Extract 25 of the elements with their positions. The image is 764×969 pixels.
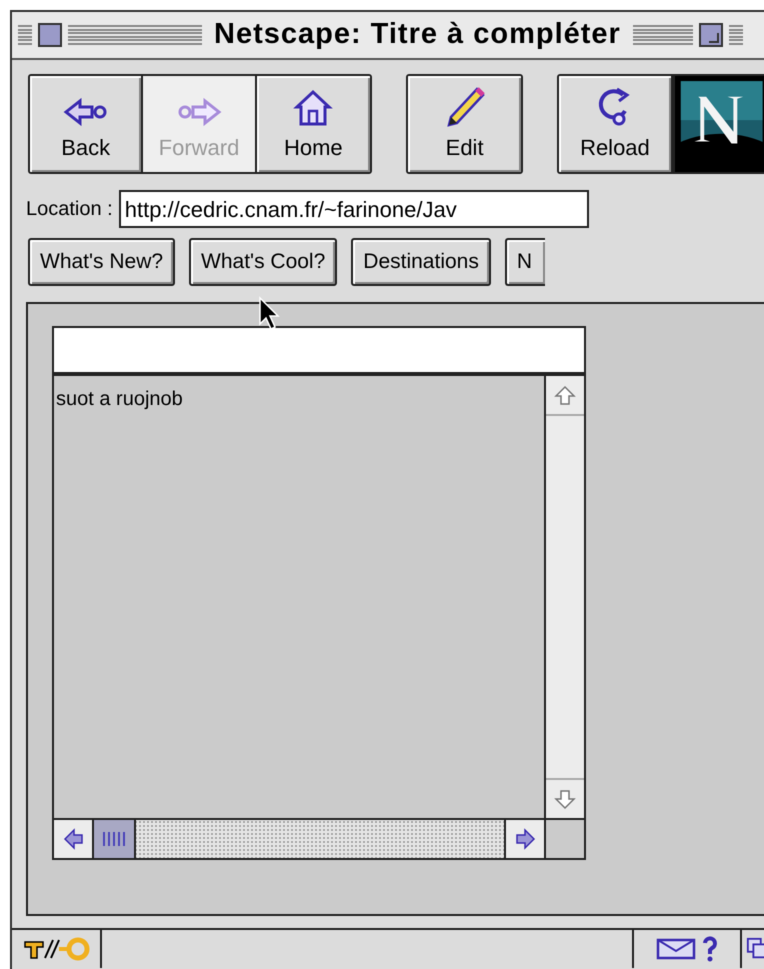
help-icon[interactable] (702, 935, 718, 963)
close-box-icon[interactable] (38, 23, 62, 47)
vertical-scrollbar[interactable] (544, 376, 584, 818)
netscape-logo[interactable] (672, 76, 764, 172)
directory-button[interactable]: What's Cool? (189, 238, 338, 286)
down-arrow-icon (554, 788, 576, 810)
home-button[interactable]: Home (256, 76, 370, 172)
location-field[interactable]: http://cedric.cnam.fr/~farinone/Jav (118, 190, 589, 228)
window-title: Netscape: Titre à compléter (213, 17, 622, 52)
zoom-box-icon[interactable] (698, 23, 723, 47)
house-icon (293, 89, 334, 127)
text-field[interactable] (52, 326, 586, 376)
location-label: Location : (26, 197, 113, 222)
left-arrow-icon (62, 828, 84, 850)
back-button[interactable]: Back (30, 76, 144, 172)
right-arrow-icon (514, 828, 536, 850)
up-arrow-icon (554, 384, 576, 406)
directory-button[interactable]: Destinations (351, 238, 491, 286)
horizontal-scrollbar[interactable] (54, 820, 544, 858)
mail-icon[interactable] (656, 938, 696, 960)
directory-button[interactable]: N (504, 238, 545, 286)
edit-button[interactable]: Edit (408, 76, 522, 172)
reload-button[interactable]: Reload (559, 76, 673, 172)
scroll-thumb[interactable] (94, 820, 136, 858)
directory-button[interactable]: What's New? (28, 238, 176, 286)
